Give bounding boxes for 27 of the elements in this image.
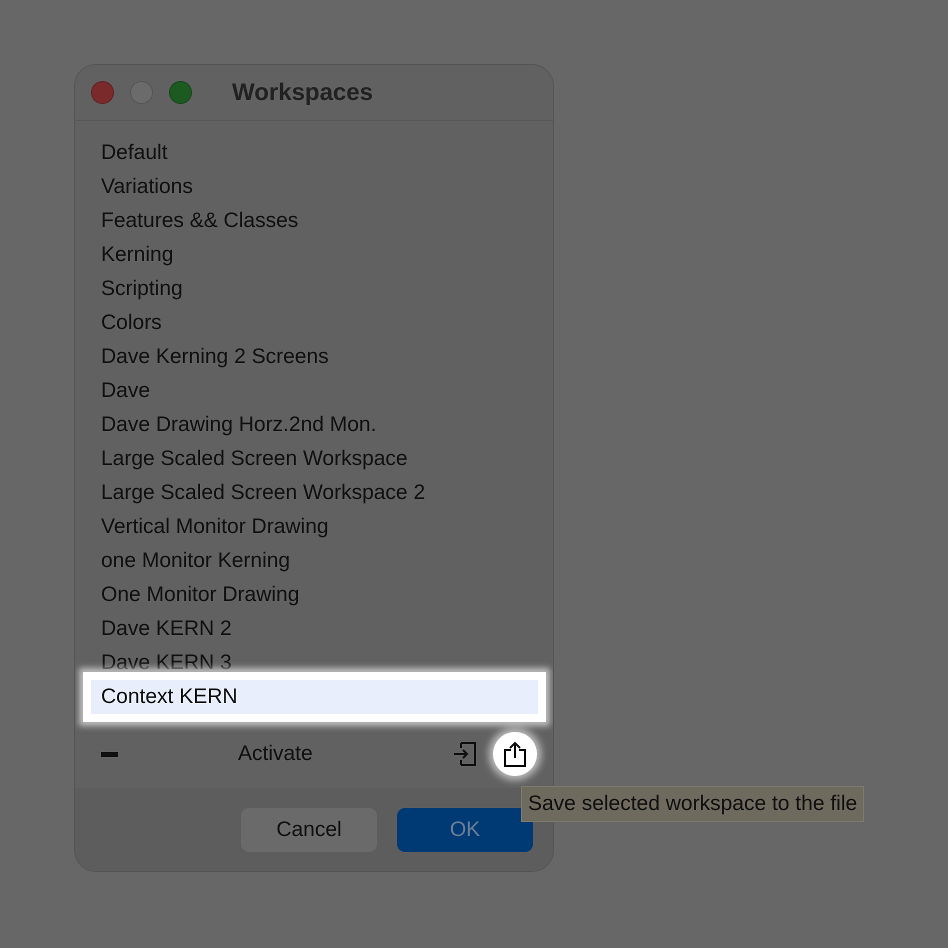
workspace-item[interactable]: Colors [75, 306, 553, 340]
workspace-item[interactable]: Default [75, 136, 553, 170]
zoom-icon[interactable] [169, 81, 192, 104]
workspace-item[interactable]: Kerning [75, 238, 553, 272]
workspace-item[interactable]: Large Scaled Screen Workspace [75, 442, 553, 476]
workspace-item[interactable]: Dave [75, 374, 553, 408]
workspace-item[interactable]: Variations [75, 170, 553, 204]
close-icon[interactable] [91, 81, 114, 104]
share-icon [504, 741, 526, 767]
tooltip: Save selected workspace to the file [521, 786, 864, 822]
remove-icon[interactable] [101, 752, 118, 756]
workspace-item[interactable]: one Monitor Kerning [75, 544, 553, 578]
workspace-item[interactable]: Dave KERN 2 [75, 612, 553, 646]
workspace-item[interactable]: Vertical Monitor Drawing [75, 510, 553, 544]
import-icon[interactable] [453, 742, 477, 766]
workspace-item[interactable]: Dave Drawing Horz.2nd Mon. [75, 408, 553, 442]
cancel-button[interactable]: Cancel [241, 808, 377, 852]
activate-button[interactable]: Activate [238, 742, 313, 766]
workspace-item[interactable]: Scripting [75, 272, 553, 306]
export-button[interactable] [493, 732, 537, 776]
workspace-item[interactable]: One Monitor Drawing [75, 578, 553, 612]
workspace-item[interactable]: Features && Classes [75, 204, 553, 238]
workspace-item[interactable]: Context KERN [91, 680, 538, 714]
workspace-item[interactable]: Large Scaled Screen Workspace 2 [75, 476, 553, 510]
workspace-item[interactable]: Dave Kerning 2 Screens [75, 340, 553, 374]
window-title: Workspaces [232, 78, 373, 106]
workspace-item[interactable]: Dave KERN 3 [75, 646, 553, 680]
